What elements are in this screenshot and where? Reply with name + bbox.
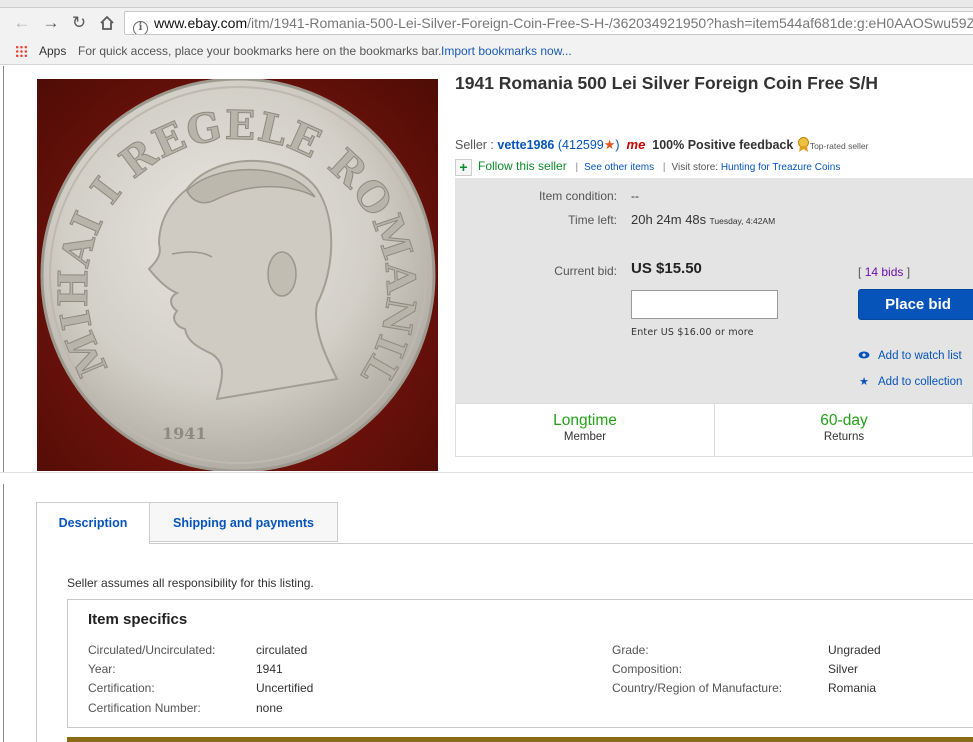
spec-value: none — [256, 701, 283, 715]
seller-badges: Longtime Member 60-day Returns — [455, 403, 973, 457]
seller-score-close: ) — [615, 138, 620, 152]
import-bookmarks-link[interactable]: Import bookmarks now... — [441, 38, 572, 64]
badge-returns: 60-day Returns — [715, 404, 973, 456]
browser-tabstrip — [0, 0, 973, 8]
place-bid-button[interactable]: Place bid — [858, 289, 973, 320]
bid-count-open: [ — [858, 265, 862, 279]
bid-count-link[interactable]: [ 14 bids ] — [858, 265, 910, 279]
separator: | — [662, 162, 666, 173]
current-bid-value: US $15.50 — [631, 260, 702, 277]
seller-actions: + Follow this seller | See other items | Vi… — [455, 157, 840, 177]
coin-year: 1941 — [162, 424, 207, 443]
seller-score-link[interactable]: (412599 — [558, 138, 604, 152]
badge-title: Longtime — [553, 412, 617, 429]
add-to-watch-list-link[interactable]: Add to watch list — [858, 350, 962, 362]
badge-subtitle: Returns — [823, 431, 865, 443]
spec-value: Romania — [828, 681, 877, 695]
apps-grid-icon[interactable] — [15, 45, 28, 58]
badge-title: 60-day — [820, 412, 868, 429]
spec-value: Silver — [828, 662, 859, 676]
address-bar[interactable]: i www.ebay.com/itm/1941-Romania-500-Lei-S… — [124, 11, 973, 35]
top-rated-label: Top-rated seller — [809, 141, 869, 151]
condition-label: Item condition: — [538, 189, 617, 203]
add-to-collection-link[interactable]: ★ Add to collection — [858, 375, 962, 388]
spec-value: Ungraded — [828, 643, 881, 657]
spec-key: Grade: — [612, 643, 649, 657]
me-badge[interactable]: me — [627, 137, 646, 152]
browser-toolbar: ← → ↻ i www.ebay.com/itm/1941-Romania-500… — [0, 8, 973, 38]
spec-key: Composition: — [612, 662, 683, 676]
tab-shipping-and-payments[interactable]: Shipping and payments — [150, 502, 338, 542]
bookmarks-bar: Apps For quick access, place your bookma… — [0, 38, 973, 65]
time-left-label: Time left: — [568, 213, 617, 227]
bid-hint: Enter US $16.00 or more — [631, 327, 754, 338]
eye-icon — [858, 350, 870, 362]
top-rated-medal-icon — [797, 137, 809, 152]
end-time: Tuesday, 4:42AM — [709, 216, 776, 226]
spec-value: circulated — [256, 643, 308, 657]
bid-amount-input[interactable] — [631, 290, 778, 319]
collection-label[interactable]: Add to collection — [878, 376, 962, 388]
forward-icon[interactable]: → — [40, 12, 62, 34]
coin-image: MIHAI I REGELE ROMANILOR 1941 — [37, 79, 436, 471]
seller-responsibility-note: Seller assumes all responsibility for th… — [67, 576, 314, 590]
spec-key: Certification Number: — [88, 701, 201, 715]
see-other-items-link[interactable]: See other items — [584, 162, 654, 173]
feedback-star-icon: ★ — [603, 137, 616, 152]
listing-title: 1941 Romania 500 Lei Silver Foreign Coin… — [455, 73, 879, 93]
time-left-value: 20h 24m 48s — [631, 212, 707, 227]
section-divider — [0, 472, 973, 484]
reload-icon[interactable]: ↻ — [68, 12, 90, 34]
apps-link[interactable]: Apps — [39, 38, 66, 64]
watch-list-label[interactable]: Add to watch list — [878, 350, 962, 362]
store-name-link[interactable]: Hunting for Treazure Coins — [721, 162, 841, 173]
info-icon[interactable]: i — [133, 21, 148, 34]
spec-value: 1941 — [256, 662, 283, 676]
positive-feedback: 100% Positive feedback — [652, 138, 794, 152]
visit-store-label: Visit store: — [671, 162, 719, 173]
back-icon[interactable]: ← — [11, 12, 33, 34]
separator: | — [575, 162, 579, 173]
spec-key: Certification: — [88, 681, 155, 695]
condition-value: -- — [631, 189, 639, 203]
follow-seller-link[interactable]: Follow this seller — [478, 159, 567, 173]
spec-key: Year: — [88, 662, 116, 676]
spec-key: Circulated/Uncirculated: — [88, 643, 216, 657]
bid-count-close: ] — [906, 265, 911, 279]
bid-panel: Item condition: -- Time left: 20h 24m 48… — [455, 178, 973, 403]
tab-description[interactable]: Description — [36, 502, 150, 544]
star-icon: ★ — [859, 376, 869, 388]
badge-subtitle: Member — [563, 431, 607, 443]
plus-icon[interactable]: + — [455, 158, 472, 176]
bid-count-value[interactable]: 14 bids — [865, 265, 904, 279]
home-icon[interactable] — [96, 12, 118, 34]
description-banner-edge — [67, 737, 973, 742]
seller-info: Seller : vette1986 (412599★) me 100% Pos… — [455, 137, 868, 153]
spec-value: Uncertified — [256, 681, 314, 695]
current-bid-label: Current bid: — [554, 264, 617, 278]
seller-label: Seller : — [455, 138, 494, 152]
url-path: /itm/1941-Romania-500-Lei-Silver-Foreign… — [247, 15, 973, 31]
seller-name-link[interactable]: vette1986 — [497, 138, 554, 152]
url-host: www.ebay.com — [154, 15, 248, 31]
item-specifics-title: Item specifics — [88, 611, 188, 628]
item-photo[interactable]: MIHAI I REGELE ROMANILOR 1941 — [37, 79, 438, 471]
page-edge-rule — [3, 66, 4, 742]
bookmarks-hint: For quick access, place your bookmarks h… — [78, 44, 442, 58]
spec-key: Country/Region of Manufacture: — [612, 681, 783, 695]
badge-longtime-member: Longtime Member — [456, 404, 714, 456]
